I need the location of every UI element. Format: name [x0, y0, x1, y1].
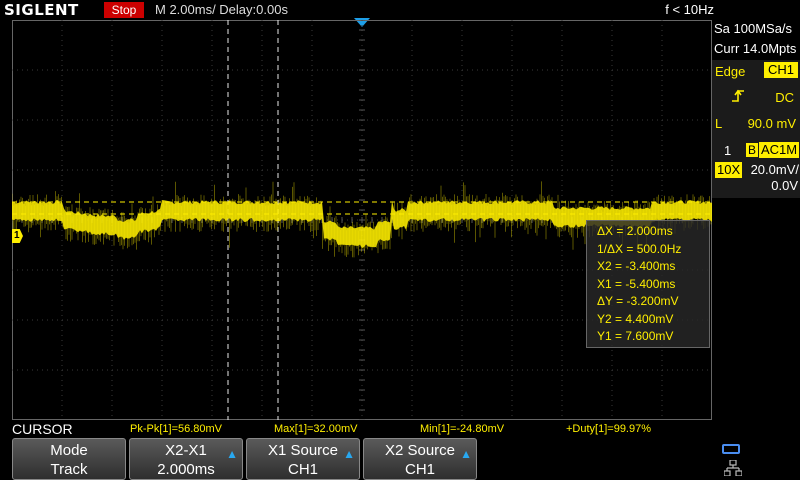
x1-source-softkey[interactable]: X1 Source CH1 ▲ [246, 438, 360, 480]
x2-source-softkey[interactable]: X2 Source CH1 ▲ [363, 438, 477, 480]
softkey-value: Track [50, 461, 88, 478]
run-state-badge[interactable]: Stop [104, 2, 144, 18]
knob-arrow-icon: ▲ [343, 447, 355, 461]
cursor-x1: X1 = -5.400ms [597, 276, 676, 291]
timebase-readout: M 2.00ms/ Delay:0.00s [155, 2, 288, 17]
measure-min: Min[1]=-24.80mV [420, 423, 505, 435]
cursor-y1: Y1 = 7.600mV [597, 329, 674, 343]
cursor-inverse-delta-x: 1/ΔX = 500.0Hz [597, 241, 682, 256]
brand-logo: SIGLENT [4, 1, 79, 19]
bandwidth-limit-badge: B [746, 143, 758, 157]
trigger-level-label: L [715, 116, 723, 131]
softkey-value: 2.000ms [157, 461, 215, 478]
softkey-value: CH1 [287, 461, 318, 478]
probe-attenuation: 10X [715, 162, 743, 178]
mode-softkey[interactable]: Mode Track [12, 438, 126, 480]
trigger-type: Edge [715, 64, 746, 79]
memory-depth: Curr 14.0Mpts [714, 41, 797, 56]
measurement-bar: CURSOR Pk-Pk[1]=56.80mV Max[1]=32.00mV M… [0, 420, 712, 438]
cursor-delta-y: ΔY = -3.200mV [597, 294, 679, 308]
network-icon [724, 460, 742, 476]
knob-arrow-icon: ▲ [460, 447, 472, 461]
status-bar: SIGLENT Stop M 2.00ms/ Delay:0.00s f < 1… [0, 0, 800, 20]
frequency-counter: f < 10Hz [665, 2, 714, 17]
softkey-value: CH1 [404, 461, 435, 478]
rising-edge-icon [732, 89, 744, 102]
softkey-label: Mode [50, 442, 88, 459]
cursor-y2: Y2 = 4.400mV [597, 311, 674, 326]
trigger-coupling: DC [775, 90, 794, 105]
x2-x1-softkey[interactable]: X2-X1 2.000ms ▲ [129, 438, 243, 480]
trigger-source: CH1 [763, 62, 798, 78]
sample-rate: Sa 100MSa/s [714, 21, 793, 36]
softkey-menu: Mode Track X2-X1 2.000ms ▲ X1 Source CH1… [12, 438, 712, 480]
cursor-readout-box: ΔX = 2.000ms 1/ΔX = 500.0Hz X2 = -3.400m… [586, 220, 710, 348]
measure-pkpk: Pk-Pk[1]=56.80mV [130, 423, 223, 435]
channel-coupling: AC1M [759, 142, 800, 158]
knob-arrow-icon: ▲ [226, 447, 238, 461]
cursor-delta-x: ΔX = 2.000ms [597, 224, 673, 238]
menu-title: CURSOR [12, 421, 73, 437]
vertical-offset: 0.0V [771, 178, 798, 193]
usb-icon [722, 444, 740, 454]
vertical-scale: 20.0mV/ [750, 162, 799, 177]
measure-max: Max[1]=32.00mV [274, 423, 358, 435]
right-info-panel: Sa 100MSa/s Curr 14.0Mpts Edge CH1 DC L … [712, 20, 800, 480]
cursor-x2: X2 = -3.400ms [597, 259, 676, 273]
measure-duty: +Duty[1]=99.97% [566, 423, 652, 435]
channel1-panel[interactable]: 1 B AC1M 10X 20.0mV/ 0.0V [712, 140, 800, 198]
channel-number: 1 [724, 143, 732, 158]
trigger-level-value: 90.0 mV [747, 116, 796, 131]
